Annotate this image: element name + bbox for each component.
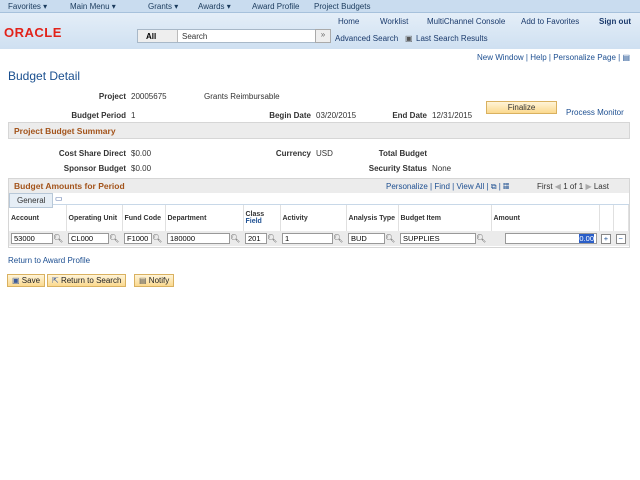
currency-label: Currency [275, 149, 311, 158]
col-operating-unit: Operating Unit [66, 205, 123, 231]
end-date-label: End Date [392, 111, 427, 120]
grid-title: Budget Amounts for Period [14, 181, 125, 191]
lookup-icon[interactable]: 🔍︎ [476, 234, 486, 243]
lookup-icon[interactable]: 🔍︎ [152, 234, 162, 243]
account-input[interactable]: 53000 [11, 233, 53, 244]
col-analysis-type: Analysis Type [346, 205, 399, 231]
save-button[interactable]: ▣ Save [7, 274, 46, 287]
summary-title: Project Budget Summary [14, 126, 116, 136]
download-excel-icon[interactable]: ▦ [503, 182, 509, 191]
lookup-icon[interactable]: 🔍︎ [53, 234, 63, 243]
lookup-icon[interactable]: 🔍︎ [333, 234, 343, 243]
oracle-logo: ORACLE [4, 25, 62, 40]
end-date-value: 12/31/2015 [432, 111, 473, 120]
advanced-search-link[interactable]: Advanced Search [335, 34, 398, 43]
col-budget-item: Budget Item [398, 205, 492, 231]
last-results-icon: ▣ [405, 34, 413, 43]
add-favorites-link[interactable]: Add to Favorites [521, 17, 579, 26]
lookup-icon[interactable]: 🔍︎ [230, 234, 240, 243]
search-scope-select[interactable]: All [138, 30, 178, 42]
cost-share-label: Cost Share Direct [58, 149, 126, 158]
col-activity: Activity [280, 205, 347, 231]
grid-personalize-link[interactable]: Personalize [386, 182, 428, 191]
header: Home Worklist MultiChannel Console Add t… [0, 13, 640, 49]
last-search-results-link[interactable]: Last Search Results [416, 34, 488, 43]
personalize-page-link[interactable]: Personalize Page [553, 53, 616, 62]
department-input[interactable]: 180000 [167, 233, 230, 244]
breadcrumb-grants[interactable]: Grants ▾ [148, 2, 178, 11]
total-budget-label: Total Budget [378, 149, 427, 158]
budget-grid: Budget Amounts for Period Personalize | … [8, 178, 630, 248]
budget-item-input[interactable]: SUPPLIES [400, 233, 476, 244]
sponsor-budget-label: Sponsor Budget [63, 164, 126, 173]
class-field-input[interactable]: 201 [245, 233, 267, 244]
return-search-icon: ⇱ [52, 276, 59, 285]
begin-date-label: Begin Date [269, 111, 311, 120]
save-icon: ▣ [12, 276, 20, 285]
last-link[interactable]: Last [594, 182, 609, 191]
page-title: Budget Detail [8, 69, 81, 83]
analysis-type-input[interactable]: BUD [348, 233, 385, 244]
process-monitor-link[interactable]: Process Monitor [566, 108, 624, 117]
col-account: Account [9, 205, 67, 231]
project-label: Project [98, 92, 126, 101]
lookup-icon[interactable]: 🔍︎ [109, 234, 119, 243]
currency-value: USD [316, 149, 333, 158]
home-link[interactable]: Home [338, 17, 359, 26]
budget-period-label: Budget Period [71, 111, 126, 120]
tab-general[interactable]: General [9, 193, 54, 208]
sponsor-budget-value: $0.00 [131, 164, 152, 173]
worklist-link[interactable]: Worklist [380, 17, 408, 26]
first-link[interactable]: First [537, 182, 553, 191]
grid-view-all-link[interactable]: View All [456, 182, 484, 191]
budget-period-value: 1 [131, 111, 136, 120]
col-class-field: Class Field [243, 205, 281, 231]
nav-bar: Favorites ▾ Main Menu ▾ Grants ▾ Awards … [0, 0, 640, 13]
sign-out-link[interactable]: Sign out [599, 17, 631, 26]
page-options-icon[interactable]: ▤ [622, 53, 630, 62]
notify-button[interactable]: ▤ Notify [134, 274, 175, 287]
search-bar: All Search [137, 29, 331, 43]
table-row: 53000 🔍︎ CL000 🔍︎ F1000 🔍︎ 180000 🔍︎ 201 🔍︎ 1… [9, 231, 629, 246]
show-all-columns-icon[interactable]: ▭ [55, 194, 63, 203]
prev-icon[interactable]: ◀ [555, 182, 561, 191]
delete-row-button[interactable]: − [615, 233, 626, 244]
breadcrumb-project-budgets[interactable]: Project Budgets [314, 2, 370, 11]
page-links: New Window | Help | Personalize Page | ▤ [476, 53, 630, 62]
security-status-label: Security Status [368, 164, 427, 173]
operating-unit-input[interactable]: CL000 [68, 233, 109, 244]
range-text: 1 of 1 [563, 182, 584, 191]
lookup-icon[interactable]: 🔍︎ [267, 234, 277, 243]
cost-share-value: $0.00 [131, 149, 152, 158]
col-fund-code: Fund Code [122, 205, 166, 231]
notify-icon: ▤ [139, 276, 147, 285]
project-value: 20005675 [131, 92, 167, 101]
activity-input[interactable]: 1 [282, 233, 333, 244]
lookup-icon[interactable]: 🔍︎ [385, 234, 395, 243]
begin-date-value: 03/20/2015 [316, 111, 357, 120]
fund-code-input[interactable]: F1000 [124, 233, 152, 244]
breadcrumb-awards[interactable]: Awards ▾ [198, 2, 231, 11]
breadcrumb-award-profile[interactable]: Award Profile [252, 2, 299, 11]
zoom-grid-icon[interactable]: ⧉ [491, 182, 497, 191]
project-budget-summary-header: Project Budget Summary [8, 122, 630, 139]
amount-input[interactable]: 0.00 [505, 233, 597, 244]
new-window-link[interactable]: New Window [477, 53, 524, 62]
grid-find-link[interactable]: Find [434, 182, 450, 191]
security-status-value: None [432, 164, 452, 173]
next-icon[interactable]: ▶ [585, 182, 591, 191]
return-to-search-button[interactable]: ⇱ Return to Search [47, 274, 127, 287]
return-to-award-profile-link[interactable]: Return to Award Profile [8, 256, 90, 265]
finalize-button[interactable]: Finalize [486, 101, 557, 114]
project-description: Grants Reimbursable [204, 92, 280, 101]
search-go-button[interactable]: » [315, 29, 331, 43]
main-menu[interactable]: Main Menu ▾ [70, 2, 116, 11]
col-amount: Amount [491, 205, 600, 231]
help-link[interactable]: Help [530, 53, 546, 62]
col-department: Department [165, 205, 244, 231]
search-input[interactable]: Search [178, 30, 211, 42]
multichannel-link[interactable]: MultiChannel Console [427, 17, 505, 26]
favorites-menu[interactable]: Favorites ▾ [8, 2, 47, 11]
add-row-button[interactable]: + [601, 233, 611, 244]
